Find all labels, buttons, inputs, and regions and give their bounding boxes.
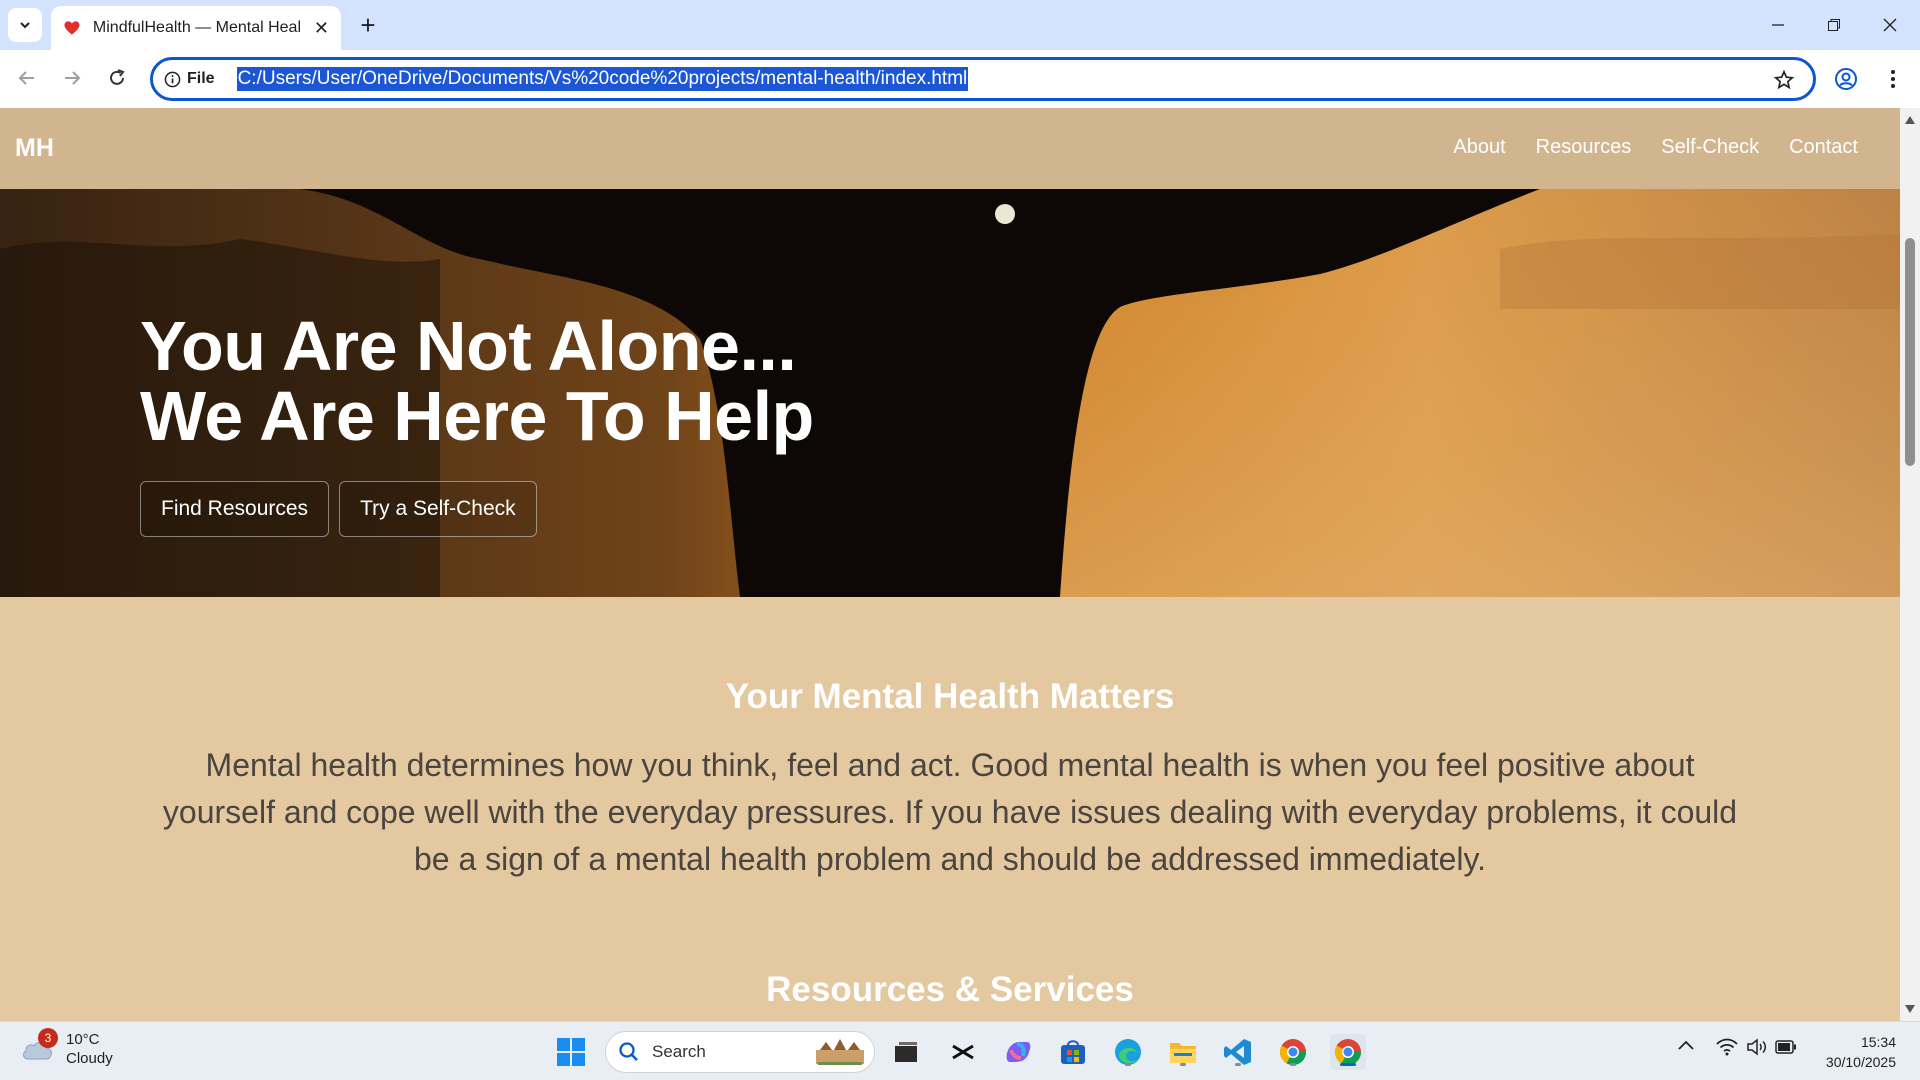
task-view-icon <box>895 1042 917 1062</box>
profile-button[interactable] <box>1829 62 1863 96</box>
url-text[interactable]: C:/Users/User/OneDrive/Documents/Vs%20co… <box>236 67 969 91</box>
kebab-menu-icon <box>1891 70 1895 88</box>
nav-link-self-check[interactable]: Self-Check <box>1661 136 1759 159</box>
nav-link-resources[interactable]: Resources <box>1536 136 1632 159</box>
search-icon <box>619 1042 638 1061</box>
tab-title: MindfulHealth — Mental Health <box>92 19 300 36</box>
resources-heading: Resources & Services <box>766 970 1134 1009</box>
chevron-up-icon <box>1678 1040 1694 1050</box>
hero-buttons: Find Resources Try a Self-Check <box>140 481 537 537</box>
nav-link-about[interactable]: About <box>1453 136 1505 159</box>
close-tab-icon[interactable]: ✕ <box>314 18 329 39</box>
scroll-up-arrow-icon[interactable] <box>1904 114 1916 126</box>
taskbar: 3 10°C Cloudy Search 15:34 30/10/2025 <box>0 1021 1920 1080</box>
running-indicator <box>1125 1063 1131 1066</box>
page-scrollbar[interactable] <box>1900 108 1920 1021</box>
taskbar-clock[interactable]: 15:34 30/10/2025 <box>1808 1032 1896 1072</box>
scrollbar-thumb[interactable] <box>1905 238 1915 466</box>
hero-title-line-1: You Are Not Alone... <box>140 307 797 385</box>
page-viewport: MH About Resources Self-Check Contact Yo… <box>0 108 1900 1021</box>
network-button[interactable] <box>1716 1038 1738 1056</box>
back-button[interactable] <box>9 60 45 96</box>
self-check-button[interactable]: Try a Self-Check <box>339 481 537 537</box>
task-view-button[interactable] <box>888 1034 924 1070</box>
minimize-button[interactable] <box>1750 0 1806 50</box>
weather-desc: Cloudy <box>66 1050 113 1067</box>
start-button[interactable] <box>553 1034 589 1070</box>
browser-tab[interactable]: MindfulHealth — Mental Health ✕ <box>51 6 341 50</box>
address-bar[interactable]: File C:/Users/User/OneDrive/Documents/Vs… <box>150 57 1816 101</box>
browser-menu-button[interactable] <box>1876 62 1910 96</box>
arrow-right-icon <box>65 71 81 85</box>
search-label: Search <box>652 1042 706 1061</box>
hero-title-line-2: We Are Here To Help <box>140 377 814 455</box>
site-header: MH About Resources Self-Check Contact <box>0 108 1900 189</box>
folder-icon <box>1170 1043 1196 1063</box>
chrome-active-app-button[interactable] <box>1330 1034 1366 1070</box>
heart-icon <box>64 21 80 35</box>
chrome-app-button[interactable] <box>1275 1034 1311 1070</box>
battery-button[interactable] <box>1775 1040 1797 1054</box>
intro-paragraph: Mental health determines how you think, … <box>162 747 1738 877</box>
file-explorer-button[interactable] <box>1165 1034 1201 1070</box>
restore-button[interactable] <box>1806 0 1862 50</box>
active-indicator <box>1340 1063 1356 1066</box>
capcut-icon <box>952 1044 974 1060</box>
capcut-app-button[interactable] <box>945 1034 981 1070</box>
tab-search-button[interactable] <box>8 8 42 42</box>
volume-button[interactable] <box>1746 1038 1768 1056</box>
running-indicator <box>1235 1063 1241 1066</box>
find-resources-button[interactable]: Find Resources <box>140 481 330 537</box>
scroll-down-arrow-icon[interactable] <box>1904 1003 1916 1015</box>
edge-app-button[interactable] <box>1110 1034 1146 1070</box>
clock-date: 30/10/2025 <box>1825 1054 1896 1070</box>
scheme-label: File <box>187 70 215 87</box>
arrow-left-icon <box>18 71 34 85</box>
weather-temp: 10°C <box>66 1031 100 1048</box>
clock-time: 15:34 <box>1860 1034 1896 1050</box>
bookmark-star-icon[interactable] <box>1773 69 1795 91</box>
running-indicator <box>1290 1063 1296 1066</box>
speaker-icon <box>1747 1038 1766 1056</box>
store-icon <box>1061 1040 1085 1064</box>
tab-strip: MindfulHealth — Mental Health ✕ + <box>0 0 1920 50</box>
show-hidden-icons-button[interactable] <box>1678 1040 1694 1050</box>
hero-section: You Are Not Alone... We Are Here To Help… <box>0 189 1900 597</box>
reload-button[interactable] <box>99 60 135 96</box>
forward-button[interactable] <box>54 60 90 96</box>
site-logo[interactable]: MH <box>15 134 54 163</box>
new-tab-button[interactable]: + <box>352 9 384 41</box>
copilot-app-button[interactable] <box>1000 1034 1036 1070</box>
vscode-app-button[interactable] <box>1220 1034 1256 1070</box>
search-highlight-icon <box>816 1039 864 1065</box>
restore-icon <box>1828 19 1840 31</box>
chevron-down-icon <box>20 22 30 29</box>
battery-icon <box>1775 1040 1796 1054</box>
site-nav: About Resources Self-Check Contact <box>1453 136 1858 159</box>
running-indicator <box>1180 1063 1186 1066</box>
weather-badge: 3 <box>38 1028 58 1048</box>
close-icon <box>1883 18 1897 32</box>
account-circle-icon <box>1835 68 1857 90</box>
wifi-icon <box>1716 1038 1738 1056</box>
copilot-icon <box>1006 1042 1031 1062</box>
info-icon <box>164 71 181 87</box>
reload-icon <box>110 69 125 85</box>
intro-heading: Your Mental Health Matters <box>725 677 1175 716</box>
close-window-button[interactable] <box>1862 0 1918 50</box>
nav-link-contact[interactable]: Contact <box>1789 136 1858 159</box>
weather-widget[interactable]: 3 10°C Cloudy <box>20 1028 113 1068</box>
minimize-icon <box>1772 24 1784 26</box>
taskbar-search[interactable]: Search <box>605 1031 875 1073</box>
site-info-chip[interactable]: File <box>164 70 215 88</box>
hero-title: You Are Not Alone... We Are Here To Help <box>140 311 814 451</box>
store-app-button[interactable] <box>1055 1034 1091 1070</box>
windows-logo-icon <box>557 1038 585 1066</box>
